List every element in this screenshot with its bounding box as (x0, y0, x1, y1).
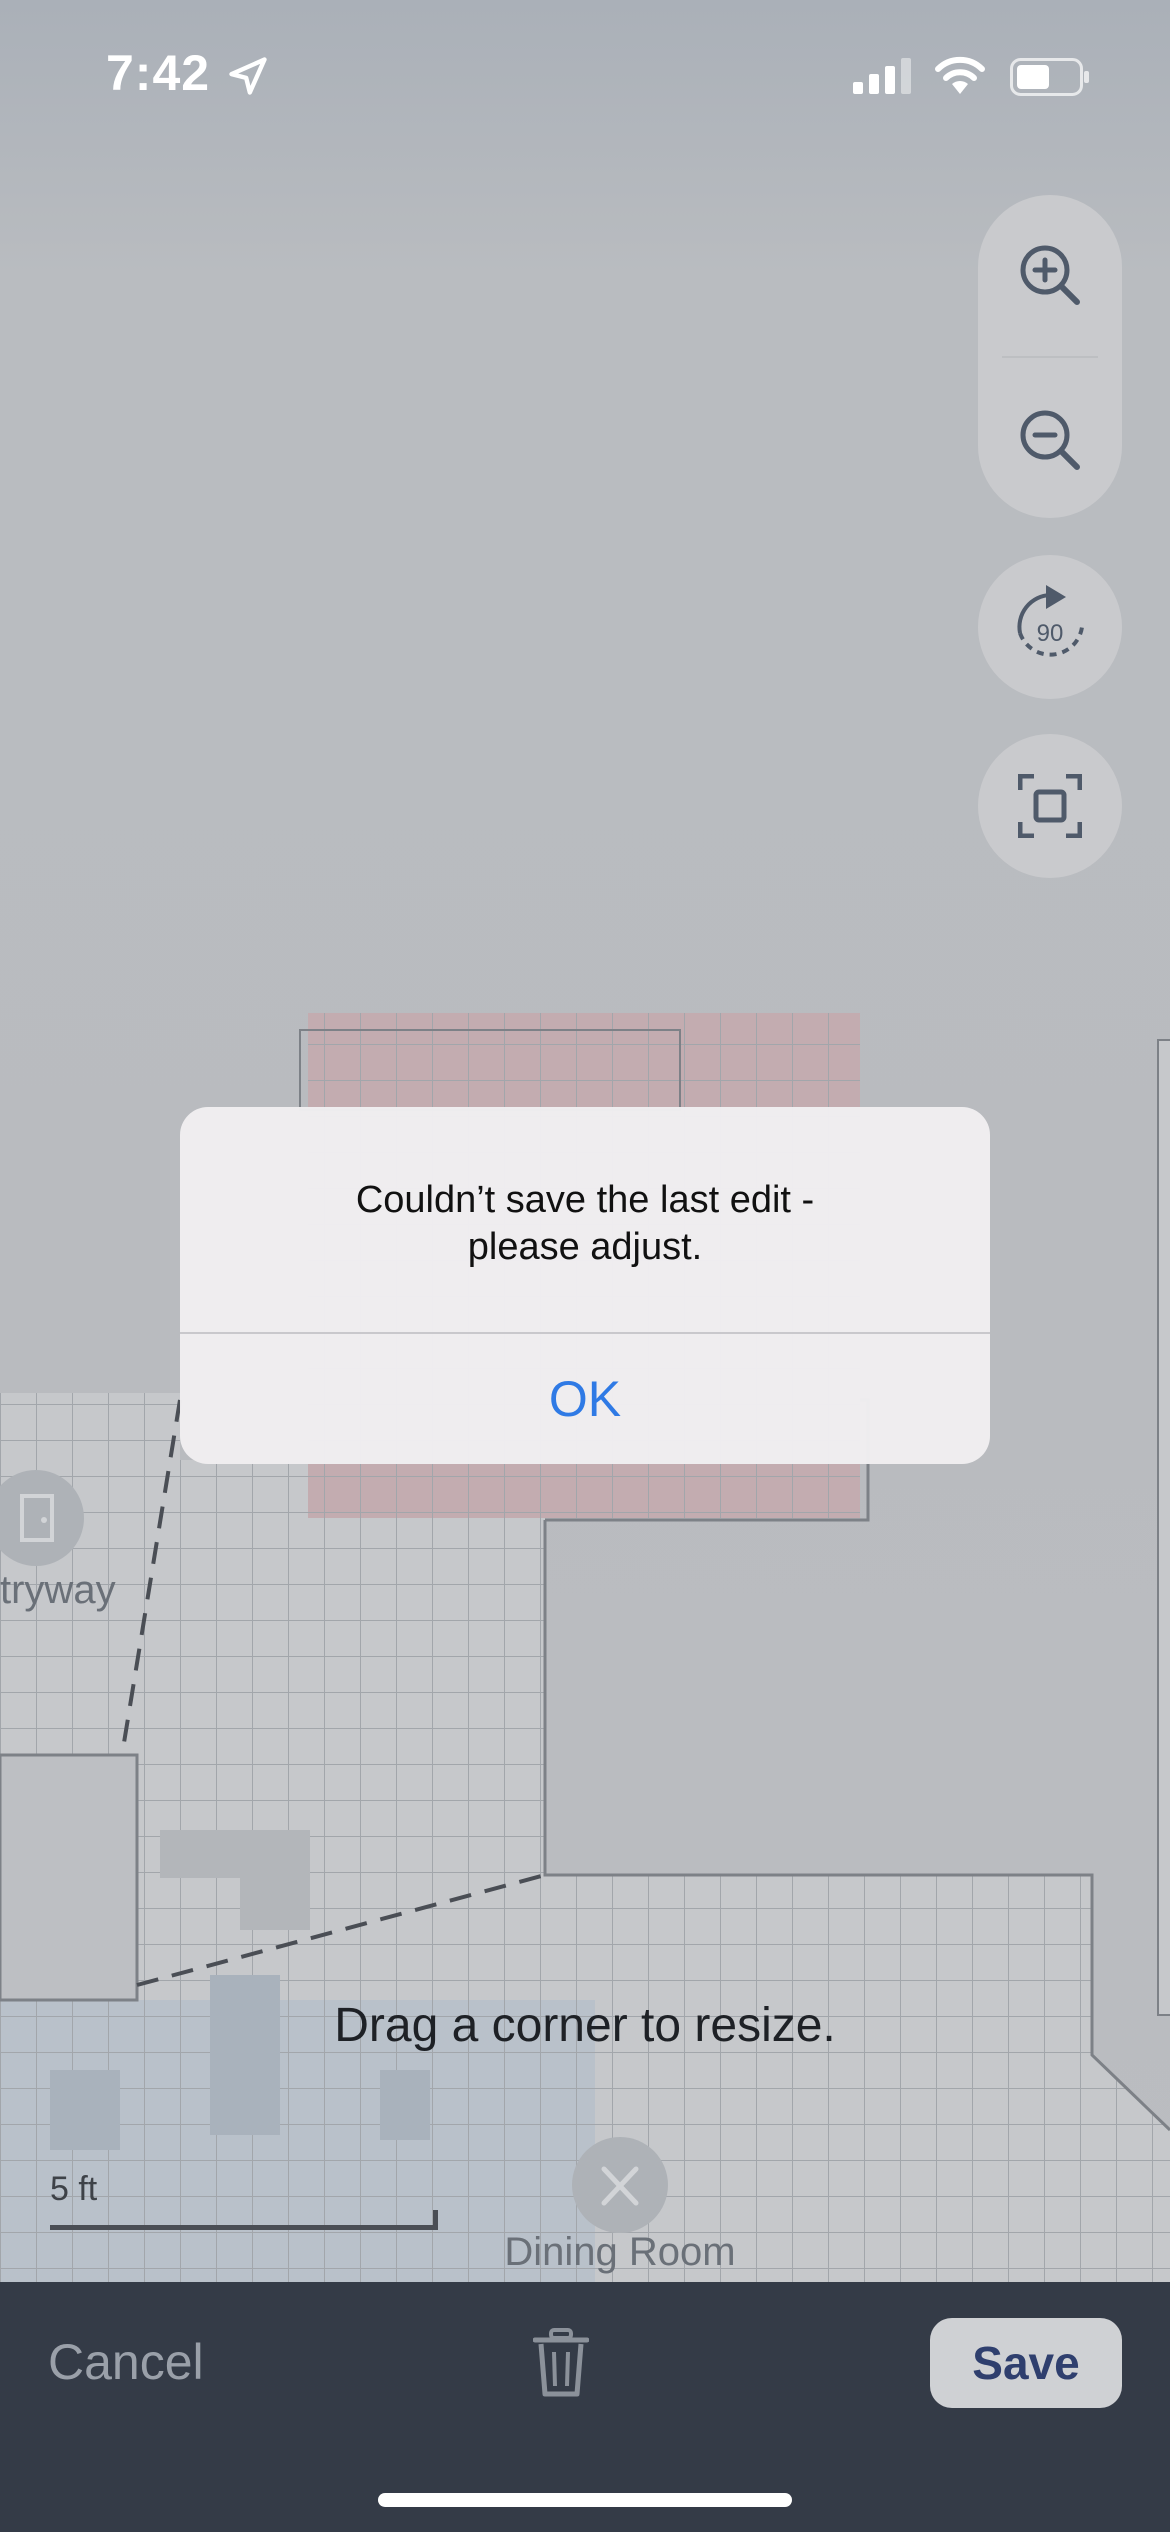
status-time: 7:42 (106, 45, 211, 101)
save-button[interactable]: Save (930, 2318, 1122, 2408)
wifi-icon (935, 56, 985, 94)
error-alert-dialog: Couldn’t save the last edit - please adj… (180, 1107, 990, 1464)
zoom-in-icon[interactable] (1015, 240, 1085, 310)
location-arrow-icon (229, 57, 267, 95)
battery-icon (1010, 58, 1089, 96)
alert-message: Couldn’t save the last edit - please adj… (180, 1177, 990, 1271)
status-bar: 7:42 (0, 0, 1170, 150)
cellular-signal-icon (853, 58, 911, 94)
home-indicator[interactable] (378, 2493, 792, 2507)
entryway-room-label: tryway (0, 1568, 116, 1612)
scale-bar (50, 2210, 438, 2230)
utensils-icon (601, 2166, 639, 2206)
fit-screen-icon (1018, 774, 1082, 838)
rotate-icon: 90 (1017, 585, 1084, 657)
rotate-90-button[interactable]: 90 (978, 555, 1122, 699)
rotate-label: 90 (1037, 620, 1064, 647)
fit-screen-button[interactable] (978, 734, 1122, 878)
zoom-divider (1002, 356, 1098, 358)
dining-room-icon[interactable] (572, 2137, 668, 2233)
trash-icon[interactable] (533, 2328, 589, 2398)
scale-label: 5 ft (50, 2170, 98, 2208)
door-icon (20, 1494, 54, 1542)
zoom-out-icon[interactable] (1015, 405, 1085, 475)
cancel-button[interactable]: Cancel (48, 2333, 204, 2391)
resize-hint: Drag a corner to resize. (334, 1999, 836, 2052)
alert-ok-button[interactable]: OK (180, 1334, 990, 1464)
alert-message-line1: Couldn’t save the last edit - (355, 1179, 815, 1221)
alert-message-line2: please adjust. (467, 1226, 703, 1268)
dining-room-label: Dining Room (504, 2230, 736, 2274)
